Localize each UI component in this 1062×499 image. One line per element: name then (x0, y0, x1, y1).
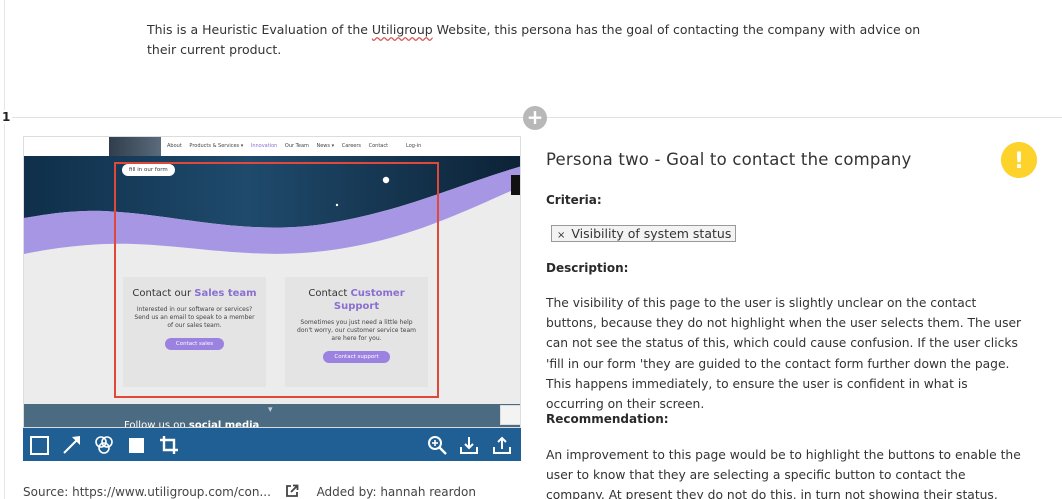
download-icon[interactable] (458, 434, 480, 456)
recommendation-label: Recommendation: (546, 412, 669, 426)
left-rule (4, 0, 5, 499)
arrow-icon[interactable] (61, 434, 83, 456)
site-login: Log-in (406, 143, 422, 149)
source-label: Source: (23, 485, 69, 499)
annotated-screenshot[interactable]: About Products & Services ▾ Innovation O… (23, 136, 521, 428)
added-by: Added by: hannah reardon (316, 485, 476, 499)
criteria-tag: × Visibility of system status (551, 225, 737, 242)
annotation-toolbar (23, 428, 521, 461)
nav-about: About (167, 143, 182, 149)
step-number: 1 (0, 110, 13, 124)
remove-tag-icon[interactable]: × (557, 230, 565, 241)
zoom-in-icon[interactable] (426, 434, 448, 456)
upload-icon[interactable] (491, 434, 513, 456)
follow-text: Follow us on social media (124, 420, 260, 428)
nav-contact: Contact (368, 143, 389, 149)
nav-products: Products & Services ▾ (189, 143, 244, 149)
warning-icon: ! (1001, 142, 1037, 178)
source-line: Source: https://www.utiligroup.com/con..… (23, 484, 476, 499)
nav-careers: Careers (341, 143, 362, 149)
annotation-rectangle[interactable] (114, 162, 439, 398)
finding-title: Persona two - Goal to contact the compan… (546, 150, 912, 169)
site-logo (109, 137, 161, 156)
filled-rectangle-icon[interactable] (126, 434, 148, 456)
description-label: Description: (546, 261, 629, 275)
criteria-label: Criteria: (546, 193, 602, 207)
chevron-down-icon: ▾ (268, 405, 273, 415)
nav-team: Our Team (284, 143, 309, 149)
blur-icon[interactable] (93, 434, 115, 456)
recaptcha-badge (500, 405, 520, 425)
add-step-button[interactable]: + (523, 106, 547, 130)
nav-news: News ▾ (316, 143, 335, 149)
misspelled-word: Utiligroup (371, 22, 433, 37)
nav-innovation: Innovation (250, 143, 278, 149)
rectangle-icon[interactable] (29, 434, 51, 456)
criteria-tag-label: Visibility of system status (571, 226, 732, 241)
svg-text:!: ! (1014, 149, 1024, 174)
site-nav: About Products & Services ▾ Innovation O… (24, 137, 520, 156)
social-side-icons (511, 175, 520, 195)
source-url[interactable]: https://www.utiligroup.com/con... (72, 485, 271, 499)
external-link-icon[interactable] (285, 484, 299, 498)
crop-icon[interactable] (158, 434, 180, 456)
site-nav-links: About Products & Services ▾ Innovation O… (167, 143, 394, 149)
description-text: The visibility of this page to the user … (546, 296, 1022, 412)
intro-text: This is a Heuristic Evaluation of the Ut… (147, 22, 921, 57)
recommendation-text: An improvement to this page would be to … (546, 448, 1021, 499)
